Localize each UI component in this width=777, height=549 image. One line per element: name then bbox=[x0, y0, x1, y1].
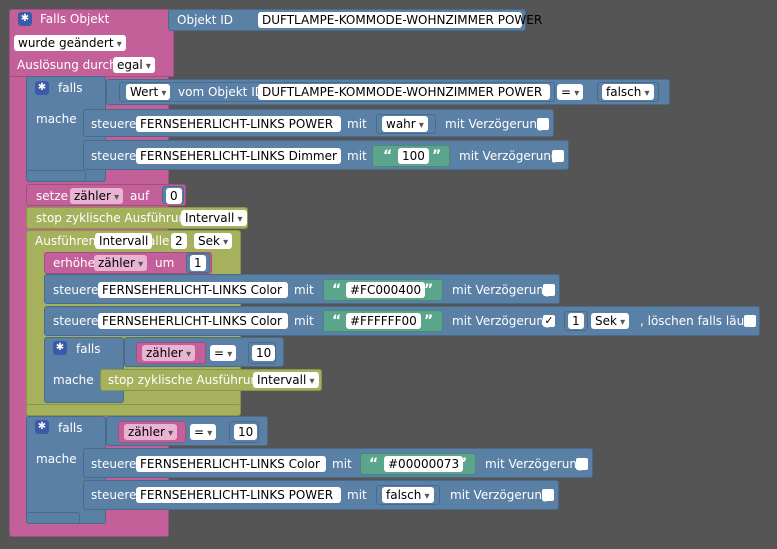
object-field[interactable]: FERNSEHERLICHT-LINKS POWER bbox=[136, 487, 341, 503]
delay-label: mit Verzögerung bbox=[485, 457, 585, 471]
erhoehe-label: erhöhe bbox=[53, 256, 96, 270]
object-field[interactable]: FERNSEHERLICHT-LINKS Dimmer bbox=[136, 148, 341, 164]
wahr-dropdown[interactable]: wahr bbox=[382, 116, 428, 132]
erhoehe-var-dropdown[interactable]: zähler bbox=[94, 255, 148, 271]
ausloesung-dropdown[interactable]: egal bbox=[113, 57, 155, 73]
delay-checkbox[interactable] bbox=[537, 118, 549, 130]
steuere-label: steuere bbox=[53, 283, 99, 297]
interval-unit-dropdown[interactable]: Sek bbox=[194, 233, 233, 249]
dimmer-value-field[interactable]: 100 bbox=[398, 148, 429, 164]
if-label-3: falls bbox=[58, 421, 83, 435]
delay-checkbox[interactable] bbox=[576, 458, 588, 470]
mit-label: mit bbox=[347, 488, 367, 502]
gear-icon[interactable]: ✱ bbox=[35, 81, 49, 95]
clear-label: , löschen falls läuft bbox=[640, 314, 753, 328]
delay-label: mit Verzögerung bbox=[450, 488, 550, 502]
falls-objekt-title: Falls Objekt bbox=[40, 12, 110, 26]
interval-name-field[interactable]: Intervall bbox=[95, 233, 153, 249]
delay-count-field[interactable]: 1 bbox=[568, 313, 584, 329]
if-block-1-bottom bbox=[26, 170, 86, 182]
delay-label: mit Verzögerung bbox=[452, 283, 552, 297]
ausfuehren-label: Ausführen bbox=[35, 234, 97, 248]
compare-op-dropdown[interactable]: = bbox=[190, 424, 217, 440]
var-dropdown[interactable]: zähler bbox=[124, 424, 178, 440]
steuere-label: steuere bbox=[91, 117, 137, 131]
steuere-label: steuere bbox=[53, 314, 99, 328]
trigger-dropdown[interactable]: wurde geändert bbox=[14, 35, 126, 51]
steuere-label: steuere bbox=[91, 149, 137, 163]
object-field[interactable]: FERNSEHERLICHT-LINKS POWER bbox=[136, 116, 341, 132]
delay-checkbox[interactable] bbox=[552, 150, 564, 162]
interval-count-field[interactable]: 2 bbox=[171, 233, 187, 249]
alle-label: alle bbox=[148, 234, 170, 248]
gear-icon[interactable]: ✱ bbox=[18, 12, 32, 26]
quote-close-icon: ” bbox=[458, 456, 468, 472]
setze-var-dropdown[interactable]: zähler bbox=[70, 188, 124, 204]
quote-close-icon: ” bbox=[424, 282, 434, 298]
compare-op-dropdown[interactable]: = bbox=[557, 84, 584, 100]
um-label: um bbox=[155, 256, 175, 270]
erhoehe-value-field[interactable]: 1 bbox=[190, 255, 206, 271]
compare-value-field[interactable]: 10 bbox=[252, 345, 276, 361]
quote-open-icon: “ bbox=[332, 282, 342, 298]
stop-label: stop zyklische Ausführung bbox=[36, 211, 194, 225]
clear-checkbox[interactable] bbox=[744, 315, 756, 327]
objekt-id-label: Objekt ID bbox=[177, 13, 234, 27]
falsch-dropdown[interactable]: falsch bbox=[382, 487, 434, 503]
mit-label: mit bbox=[347, 117, 367, 131]
mit-label: mit bbox=[294, 283, 314, 297]
object-field[interactable]: FERNSEHERLICHT-LINKS Color bbox=[98, 282, 288, 298]
do-label-1: mache bbox=[36, 112, 77, 126]
color-value-field[interactable]: #00000073 bbox=[384, 456, 464, 472]
mit-label: mit bbox=[347, 149, 367, 163]
gear-icon[interactable]: ✱ bbox=[35, 420, 49, 434]
delay-checkbox[interactable]: ✓ bbox=[543, 315, 555, 327]
compare-value-field[interactable]: 10 bbox=[234, 424, 258, 440]
var-dropdown[interactable]: zähler bbox=[142, 345, 196, 361]
do-label-3: mache bbox=[36, 452, 77, 466]
quote-close-icon: ” bbox=[424, 313, 434, 329]
vom-objekt-field[interactable]: DUFTLAMPE-KOMMODE-WOHNZIMMER POWER bbox=[258, 84, 550, 100]
falsch-dropdown[interactable]: falsch bbox=[602, 84, 654, 100]
quote-open-icon: “ bbox=[369, 456, 379, 472]
if-label-1: falls bbox=[58, 81, 83, 95]
ausloesung-label: Auslösung durch bbox=[17, 58, 117, 72]
if-label-2: falls bbox=[76, 342, 101, 356]
delay-checkbox[interactable] bbox=[543, 284, 555, 296]
stop-dropdown[interactable]: Intervall bbox=[253, 372, 319, 388]
delay-label: mit Verzögerung bbox=[459, 149, 559, 163]
mit-label: mit bbox=[332, 457, 352, 471]
wert-dropdown[interactable]: Wert bbox=[126, 84, 171, 100]
delay-label: mit Verzögerung bbox=[445, 117, 545, 131]
color-value-field[interactable]: #FC000400 bbox=[346, 282, 426, 298]
objekt-id-field[interactable]: DUFTLAMPE-KOMMODE-WOHNZIMMER POWER bbox=[258, 12, 542, 28]
if-block-3-bottom bbox=[26, 512, 80, 524]
vom-objekt-label: vom Objekt ID bbox=[178, 85, 264, 99]
quote-open-icon: “ bbox=[383, 148, 393, 164]
mit-label: mit bbox=[294, 314, 314, 328]
setze-label: setze bbox=[36, 189, 69, 203]
gear-icon[interactable]: ✱ bbox=[53, 341, 67, 355]
interval-block-foot bbox=[26, 404, 241, 416]
setze-value-field[interactable]: 0 bbox=[166, 188, 182, 204]
do-label-2: mache bbox=[53, 373, 94, 387]
delay-unit-dropdown[interactable]: Sek bbox=[591, 313, 630, 329]
steuere-label: steuere bbox=[91, 457, 137, 471]
delay-checkbox[interactable] bbox=[542, 489, 554, 501]
auf-label: auf bbox=[130, 189, 150, 203]
stop-dropdown[interactable]: Intervall bbox=[181, 210, 247, 226]
steuere-label: steuere bbox=[91, 488, 137, 502]
object-field[interactable]: FERNSEHERLICHT-LINKS Color bbox=[136, 456, 326, 472]
compare-op-dropdown[interactable]: = bbox=[210, 345, 237, 361]
stop-label: stop zyklische Ausführung bbox=[108, 373, 266, 387]
delay-label: mit Verzögerung bbox=[452, 314, 552, 328]
quote-close-icon: ” bbox=[432, 148, 442, 164]
object-field[interactable]: FERNSEHERLICHT-LINKS Color bbox=[98, 313, 288, 329]
color-value-field[interactable]: #FFFFFF00 bbox=[346, 313, 421, 329]
quote-open-icon: “ bbox=[332, 313, 342, 329]
